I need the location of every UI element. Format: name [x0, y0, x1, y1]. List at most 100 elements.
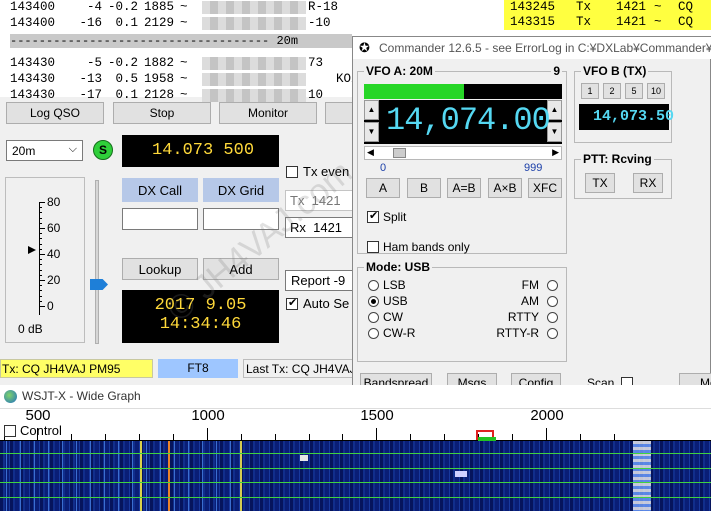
- log-qso-button[interactable]: Log QSO: [6, 102, 104, 124]
- decode-snr: -13: [79, 72, 102, 86]
- tx-level-slider-handle[interactable]: [90, 279, 108, 290]
- band-activity-pane[interactable]: 143400 -4 -0.2 1885 ~ R-18 143400 -16 0.1 2129 ~ -1…: [0, 0, 366, 102]
- wide-graph-title-bar[interactable]: WSJT-X - Wide Graph: [0, 385, 711, 409]
- mode-label-am: AM: [521, 294, 539, 308]
- waterfall[interactable]: [0, 441, 711, 511]
- wsjt-globe-icon: [4, 390, 17, 403]
- s-badge-label: S: [98, 143, 107, 157]
- vfo-b-step-1[interactable]: 1: [581, 83, 599, 99]
- decode-time: 143400: [10, 16, 56, 30]
- report-spinbox[interactable]: Report -9: [285, 270, 355, 291]
- scale-tick: [580, 434, 581, 440]
- mode-radio-cw-r[interactable]: [368, 328, 379, 339]
- vfo-a-scale-min: 0: [380, 162, 387, 174]
- mode-radio-fm[interactable]: [547, 280, 558, 291]
- mode-radio-rtty[interactable]: [547, 312, 558, 323]
- decode-freq: 1882: [144, 56, 175, 70]
- rx-freq: 1421: [616, 0, 647, 14]
- dx-call-label: DX Call: [122, 178, 198, 202]
- dx-grid-input[interactable]: [203, 208, 279, 230]
- commander-title-bar[interactable]: ✪ Commander 12.6.5 - see ErrorLog in C:¥…: [353, 37, 711, 59]
- meter-minor-tick: [39, 269, 42, 271]
- slider-right-arrow-icon[interactable]: ▶: [552, 147, 559, 158]
- vfo-b-step-10[interactable]: 10: [647, 83, 665, 99]
- status-tx-text: Tx: CQ JH4VAJ PM95: [2, 362, 121, 376]
- mode-radio-am[interactable]: [547, 296, 558, 307]
- stop-button[interactable]: Stop: [113, 102, 211, 124]
- add-button[interactable]: Add: [203, 258, 279, 280]
- rx-button[interactable]: RX: [633, 173, 663, 193]
- band-value: 20m: [12, 144, 36, 158]
- decode-row[interactable]: 143400 -16 0.1 2129 ~ -10: [0, 16, 352, 31]
- decode-row[interactable]: 143430 -13 0.5 1958 ~ KO25: [0, 72, 366, 87]
- decode-freq: 1958: [144, 72, 175, 86]
- rx-row[interactable]: 143245 Tx 1421 ~ CQ: [510, 0, 710, 15]
- mode-radio-lsb[interactable]: [368, 280, 379, 291]
- meter-minor-tick: [39, 217, 42, 219]
- vfo-a-button-3[interactable]: A×B: [488, 178, 522, 198]
- rx-time: 143315: [510, 15, 556, 29]
- mode-radio-usb[interactable]: [368, 296, 379, 307]
- date-text: 2017 9.05: [154, 296, 247, 315]
- vfo-b-step-5[interactable]: 5: [625, 83, 643, 99]
- erase-button[interactable]: [325, 102, 355, 124]
- decode-time: 143400: [10, 0, 56, 14]
- rx-frequency-spinbox[interactable]: Rx 1421: [285, 217, 355, 238]
- ptt-title: PTT: Rcving: [581, 152, 654, 166]
- decode-row[interactable]: 143400 -4 -0.2 1885 ~ R-18: [0, 0, 352, 15]
- redacted-callsign: [202, 17, 306, 30]
- vfo-a-step-down-left[interactable]: ▼: [364, 122, 379, 142]
- vfo-b-step-2[interactable]: 2: [603, 83, 621, 99]
- dx-call-input[interactable]: [122, 208, 198, 230]
- commander-app-icon: ✪: [359, 40, 370, 55]
- decode-row[interactable]: 143430 -5 -0.2 1882 ~73: [0, 56, 352, 71]
- rx-frequency-pane[interactable]: 143245 Tx 1421 ~ CQ 143315 Tx 1421 ~ CQ: [352, 0, 711, 36]
- vfo-a-title: VFO A: 20M: [364, 64, 435, 78]
- lookup-button[interactable]: Lookup: [122, 258, 198, 280]
- scale-tick: [342, 434, 343, 440]
- meter-minor-tick: [39, 300, 42, 302]
- monitor-button[interactable]: Monitor: [219, 102, 317, 124]
- vfo-a-button-2[interactable]: A=B: [447, 178, 481, 198]
- scale-tick: [207, 428, 208, 440]
- mode-label-fm: FM: [521, 278, 539, 292]
- meter-major-tick: [39, 280, 45, 281]
- control-checkbox[interactable]: [4, 425, 16, 437]
- slider-left-arrow-icon[interactable]: ◀: [367, 147, 374, 158]
- decode-row[interactable]: 143430 -17 0.1 2128 ~10: [0, 88, 352, 103]
- band-select[interactable]: 20m ⌵: [6, 140, 83, 161]
- vfo-a-button-0[interactable]: A: [366, 178, 400, 198]
- vfo-a-slider[interactable]: ◀ ▶: [364, 146, 562, 160]
- rx-row[interactable]: 143315 Tx 1421 ~ CQ: [510, 15, 710, 30]
- vfo-a-button-4[interactable]: XFC: [528, 178, 562, 198]
- vfo-b-display: 14,073.50: [579, 104, 674, 130]
- vfo-a-button-1[interactable]: B: [407, 178, 441, 198]
- mode-radio-cw[interactable]: [368, 312, 379, 323]
- band-separator: ------------------------------------ 20m: [10, 34, 352, 48]
- tx-even-label: Tx even: [303, 164, 350, 179]
- scale-tick: [105, 434, 106, 440]
- split-checkbox[interactable]: ✔: [367, 210, 379, 223]
- vfo-a-step-up-left[interactable]: ▲: [364, 100, 379, 120]
- tx-even-checkbox[interactable]: [286, 166, 298, 178]
- meter-tick-label: 20: [47, 273, 61, 287]
- tx-level-slider-track[interactable]: [95, 180, 99, 344]
- vfo-a-slider-thumb[interactable]: [393, 148, 406, 158]
- waterfall-time-line-2: [0, 468, 711, 469]
- waterfall-yellow-line-2: [240, 441, 242, 511]
- meter-minor-tick: [39, 248, 42, 250]
- auto-seq-checkbox[interactable]: ✔: [286, 297, 298, 310]
- rx-mark: ~: [654, 0, 662, 14]
- rx-mode: Tx: [576, 15, 592, 29]
- rx-frequency-value: Rx 1421: [290, 220, 343, 235]
- rx-time: 143245: [510, 0, 556, 14]
- ham-bands-checkbox[interactable]: [367, 241, 379, 253]
- decode-snr: -5: [86, 56, 102, 70]
- mode-radio-rtty-r[interactable]: [547, 328, 558, 339]
- rx-mark: ~: [654, 15, 662, 29]
- status-last-tx-text: Last Tx: CQ JH4VAJ: [246, 362, 355, 376]
- tx-button[interactable]: TX: [585, 173, 615, 193]
- tx-frequency-spinbox[interactable]: Tx 1421: [285, 190, 355, 211]
- frequency-scale: 500 1000 1500 2000 Control: [0, 407, 711, 441]
- waterfall-signal-1900: [300, 455, 308, 461]
